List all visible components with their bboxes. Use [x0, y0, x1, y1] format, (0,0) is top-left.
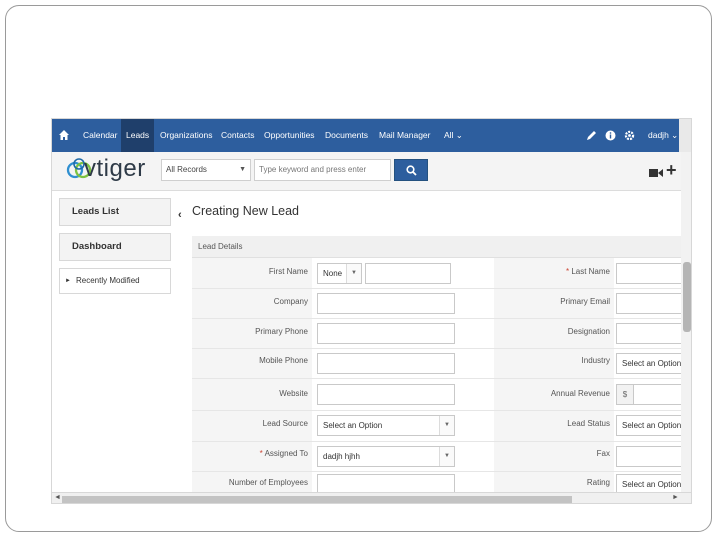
video-camera-icon[interactable]	[649, 168, 663, 178]
horizontal-scrollbar[interactable]: ◄ ►	[52, 492, 691, 503]
chevron-down-icon: ▼	[346, 264, 361, 283]
field-label: Number of Employees	[228, 478, 308, 487]
form-row: First Name None ▼ * Last Name	[192, 258, 691, 289]
chevron-down-icon: ▼	[239, 166, 246, 173]
nav-calendar[interactable]: Calendar	[83, 119, 118, 152]
field-label: Designation	[567, 327, 610, 336]
info-icon[interactable]	[605, 130, 616, 141]
horizontal-scroll-thumb[interactable]	[62, 496, 572, 503]
nav-all-menu[interactable]: All ⌄	[444, 119, 463, 152]
records-select[interactable]: All Records ▼	[161, 159, 251, 181]
search-icon	[406, 165, 417, 176]
recently-modified-label: Recently Modified	[76, 276, 140, 285]
field-label: Industry	[581, 356, 610, 365]
nav-contacts[interactable]: Contacts	[221, 119, 255, 152]
top-nav: Calendar Leads Organizations Contacts Op…	[52, 119, 691, 152]
field-label: * Last Name	[566, 267, 610, 276]
search-bar: vtiger All Records ▼ Type keyword and pr…	[52, 152, 691, 191]
dashboard-button[interactable]: Dashboard	[59, 233, 171, 261]
search-button[interactable]	[394, 159, 428, 181]
field-label: Lead Source	[262, 419, 308, 428]
home-icon[interactable]	[58, 129, 70, 141]
company-input[interactable]	[317, 293, 455, 314]
pencil-icon[interactable]	[586, 130, 597, 141]
salutation-value: None	[323, 269, 343, 278]
field-label: Company	[273, 297, 308, 306]
nav-documents[interactable]: Documents	[325, 119, 368, 152]
plus-icon[interactable]: +	[666, 160, 677, 181]
field-label: Primary Email	[560, 297, 610, 306]
nav-mail-manager[interactable]: Mail Manager	[379, 119, 431, 152]
scroll-left-icon[interactable]: ◄	[54, 494, 61, 501]
field-label: Mobile Phone	[259, 356, 308, 365]
records-select-value: All Records	[166, 165, 207, 174]
section-header: Lead Details	[192, 236, 691, 258]
form-row: Lead Source Select an Option ▼ Lead Stat…	[192, 411, 691, 442]
scroll-right-icon[interactable]: ►	[672, 494, 679, 501]
nav-opportunities[interactable]: Opportunities	[264, 119, 315, 152]
user-menu[interactable]: dadjh ⌄	[648, 119, 678, 152]
scrollbar-top	[679, 119, 691, 152]
field-label: Fax	[596, 449, 610, 458]
field-label: Primary Phone	[255, 327, 308, 336]
nav-leads[interactable]: Leads	[121, 119, 155, 152]
form-row: Mobile Phone Industry Select an Option	[192, 349, 691, 379]
field-label: Rating	[586, 478, 610, 487]
gear-icon[interactable]	[624, 130, 635, 141]
app-screenshot: Calendar Leads Organizations Contacts Op…	[51, 118, 692, 504]
lead-source-value: Select an Option	[323, 421, 383, 430]
chevron-down-icon: ▼	[439, 447, 454, 466]
form-row: Primary Phone Designation	[192, 319, 691, 349]
assigned-to-select[interactable]: dadjh hjhh ▼	[317, 446, 455, 467]
currency-prefix: $	[616, 384, 634, 405]
field-label: Website	[279, 389, 308, 398]
field-label: First Name	[268, 267, 308, 276]
form-row: * Assigned To dadjh hjhh ▼ Fax	[192, 442, 691, 472]
search-input[interactable]: Type keyword and press enter	[254, 159, 391, 181]
website-input[interactable]	[317, 384, 455, 405]
salutation-select[interactable]: None ▼	[317, 263, 362, 284]
leads-list-button[interactable]: Leads List	[59, 198, 171, 226]
form-row: Website Annual Revenue $	[192, 379, 691, 411]
mobile-phone-input[interactable]	[317, 353, 455, 374]
field-label: Lead Status	[567, 419, 610, 428]
recently-modified-item[interactable]: ► Recently Modified	[59, 268, 171, 294]
form-row: Company Primary Email	[192, 289, 691, 319]
caret-right-icon: ►	[65, 278, 71, 284]
last-name-label: Last Name	[571, 267, 610, 276]
primary-phone-input[interactable]	[317, 323, 455, 344]
field-label: Annual Revenue	[550, 389, 610, 398]
chevron-down-icon: ▼	[439, 416, 454, 435]
nav-organizations[interactable]: Organizations	[160, 119, 212, 152]
vertical-scroll-thumb[interactable]	[683, 262, 691, 332]
collapse-sidebar-icon[interactable]: ‹	[178, 209, 182, 221]
logo-text: vtiger	[84, 155, 146, 182]
lead-source-select[interactable]: Select an Option ▼	[317, 415, 455, 436]
page-title: Creating New Lead	[192, 204, 300, 218]
field-label: * Assigned To	[260, 449, 308, 458]
first-name-input[interactable]	[365, 263, 451, 284]
assigned-to-label: Assigned To	[264, 449, 308, 458]
assigned-to-value: dadjh hjhh	[323, 452, 360, 461]
vertical-scrollbar[interactable]	[681, 152, 691, 492]
